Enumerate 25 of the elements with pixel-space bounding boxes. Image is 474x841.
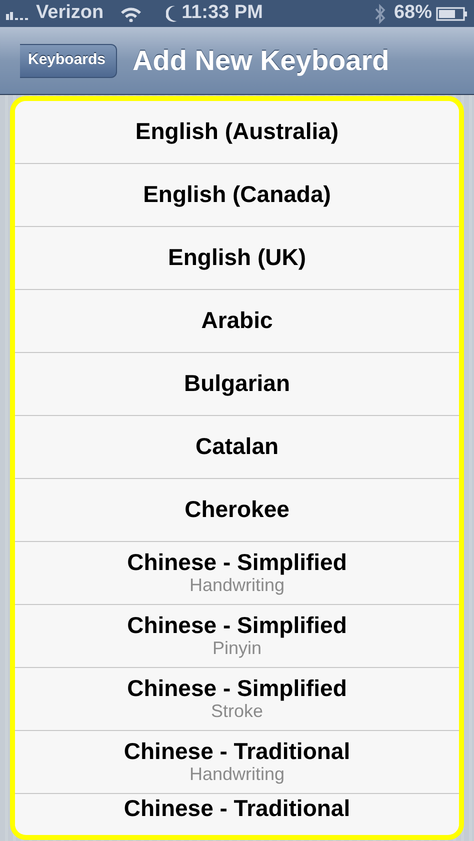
keyboard-name: Chinese - Simplified xyxy=(127,676,347,701)
battery-percentage: 68% xyxy=(394,1,432,26)
keyboard-variant: Handwriting xyxy=(189,574,285,596)
clock-time: 11:33 PM xyxy=(182,1,263,26)
keyboard-name: Bulgarian xyxy=(184,371,290,397)
keyboard-name: English (Australia) xyxy=(135,119,339,145)
battery-icon xyxy=(436,6,468,20)
keyboard-name: Chinese - Simplified xyxy=(127,612,347,638)
keyboard-name: English (Canada) xyxy=(143,182,331,208)
carrier-name: Verizon xyxy=(36,1,104,26)
keyboard-name: Catalan xyxy=(195,434,279,460)
keyboard-variant: Stroke xyxy=(210,700,264,722)
bluetooth-icon xyxy=(374,4,386,24)
moon-icon xyxy=(166,4,178,22)
page-title: Add New Keyboard xyxy=(132,44,390,78)
keyboard-name: Arabic xyxy=(201,308,273,334)
keyboard-name: Chinese - Traditional xyxy=(124,738,350,764)
keyboard-name: Cherokee xyxy=(184,497,290,523)
keyboard-variant: Handwriting xyxy=(189,764,285,786)
keyboard-row[interactable]: English (Australia) xyxy=(15,101,459,164)
wifi-icon xyxy=(120,6,142,22)
keyboard-name: Chinese - Simplified xyxy=(127,550,347,575)
keyboard-variant: Pinyin xyxy=(212,638,262,660)
keyboard-name: Chinese - Traditional xyxy=(124,796,350,822)
keyboard-name: English (UK) xyxy=(168,245,306,271)
